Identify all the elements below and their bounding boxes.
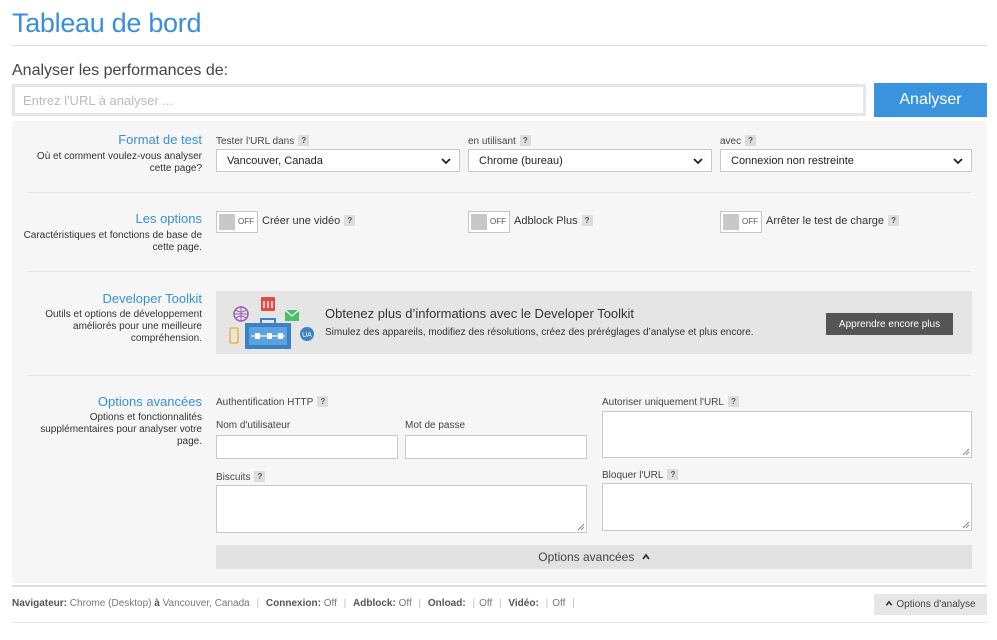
stop-test-label: Arrêter le test de charge? bbox=[766, 215, 900, 227]
help-icon[interactable]: ? bbox=[254, 471, 266, 482]
resize-grip-icon[interactable] bbox=[962, 448, 970, 456]
toolkit-art-badge: UA bbox=[302, 332, 312, 339]
help-icon[interactable]: ? bbox=[298, 135, 310, 146]
connection-label: avec? bbox=[720, 135, 757, 147]
section-divider bbox=[28, 375, 971, 376]
title-divider bbox=[12, 45, 987, 46]
toolkit-subtext: Simulez des appareils, modifiez des réso… bbox=[325, 327, 754, 338]
help-icon[interactable]: ? bbox=[344, 215, 356, 226]
analysis-options-button[interactable]: Options d'analyse bbox=[874, 594, 987, 615]
page-title: Tableau de bord bbox=[12, 8, 202, 38]
username-input[interactable] bbox=[216, 435, 398, 459]
status-divider bbox=[12, 585, 987, 587]
adblock-toggle[interactable]: OFF bbox=[468, 211, 510, 233]
toolkit-heading: Obtenez plus d’informations avec le Deve… bbox=[325, 306, 635, 321]
block-url-label: Bloquer l'URL? bbox=[602, 469, 679, 481]
footer-divider bbox=[12, 622, 987, 623]
analyze-button[interactable]: Analyser bbox=[874, 83, 987, 117]
options-desc: Caractéristiques et fonctions de base de… bbox=[23, 230, 202, 253]
url-input[interactable] bbox=[12, 84, 866, 116]
http-auth-label: Authentification HTTP? bbox=[216, 396, 329, 408]
options-title: Les options bbox=[135, 211, 203, 226]
toolkit-title: Developer Toolkit bbox=[102, 291, 202, 306]
password-input[interactable] bbox=[405, 435, 587, 459]
advanced-options-toggle[interactable]: Options avancées bbox=[216, 545, 972, 569]
advanced-title: Options avancées bbox=[97, 394, 202, 409]
video-toggle[interactable]: OFF bbox=[216, 211, 258, 233]
resize-grip-icon[interactable] bbox=[577, 523, 585, 531]
username-label: Nom d'utilisateur bbox=[216, 420, 291, 431]
help-icon[interactable]: ? bbox=[581, 215, 593, 226]
help-icon[interactable]: ? bbox=[888, 215, 900, 226]
adblock-label: Adblock Plus? bbox=[514, 215, 593, 227]
chevron-up-icon bbox=[641, 553, 650, 560]
help-icon[interactable]: ? bbox=[667, 469, 679, 480]
connection-select[interactable]: Connexion non restreinte bbox=[720, 149, 972, 172]
test-format-title: Format de test bbox=[118, 132, 202, 147]
allow-url-textarea[interactable] bbox=[602, 411, 972, 458]
section-divider bbox=[28, 271, 971, 272]
help-icon[interactable]: ? bbox=[727, 396, 739, 407]
location-label: Tester l'URL dans? bbox=[216, 135, 310, 147]
advanced-desc: Options et fonctionnalités supplémentair… bbox=[40, 412, 202, 447]
toggle-knob bbox=[723, 214, 739, 230]
chevron-up-icon bbox=[886, 600, 893, 606]
help-icon[interactable]: ? bbox=[745, 135, 757, 146]
section-divider bbox=[28, 192, 971, 193]
toolkit-illustration-icon: UA bbox=[229, 297, 314, 349]
analysis-summary: Navigateur: Chrome (Desktop) à Vancouver… bbox=[12, 598, 575, 609]
help-icon[interactable]: ? bbox=[519, 135, 531, 146]
chevron-down-icon bbox=[953, 158, 963, 165]
chevron-down-icon bbox=[693, 158, 703, 165]
cookies-textarea[interactable] bbox=[216, 485, 587, 533]
browser-label: en utilisant? bbox=[468, 135, 531, 147]
browser-select[interactable]: Chrome (bureau) bbox=[468, 149, 712, 172]
location-select[interactable]: Vancouver, Canada bbox=[216, 149, 460, 172]
analyze-label: Analyser les performances de: bbox=[12, 62, 229, 79]
block-url-textarea[interactable] bbox=[602, 483, 972, 531]
toolkit-desc: Outils et options de développement améli… bbox=[45, 309, 202, 344]
help-icon[interactable]: ? bbox=[317, 396, 329, 407]
learn-more-button[interactable]: Apprendre encore plus bbox=[826, 313, 953, 335]
cookies-label: Biscuits? bbox=[216, 471, 266, 483]
toggle-knob bbox=[219, 214, 235, 230]
video-label: Créer une vidéo? bbox=[262, 215, 356, 227]
stop-test-toggle[interactable]: OFF bbox=[720, 211, 762, 233]
resize-grip-icon[interactable] bbox=[962, 521, 970, 529]
test-format-desc: Où et comment voulez-vous analyser cette… bbox=[36, 151, 202, 174]
allow-url-label: Autoriser uniquement l'URL? bbox=[602, 396, 739, 408]
toolkit-banner: UA Obtenez plus d’informations avec le D… bbox=[216, 291, 972, 354]
chevron-down-icon bbox=[441, 158, 451, 165]
password-label: Mot de passe bbox=[405, 420, 466, 431]
toggle-knob bbox=[471, 214, 487, 230]
